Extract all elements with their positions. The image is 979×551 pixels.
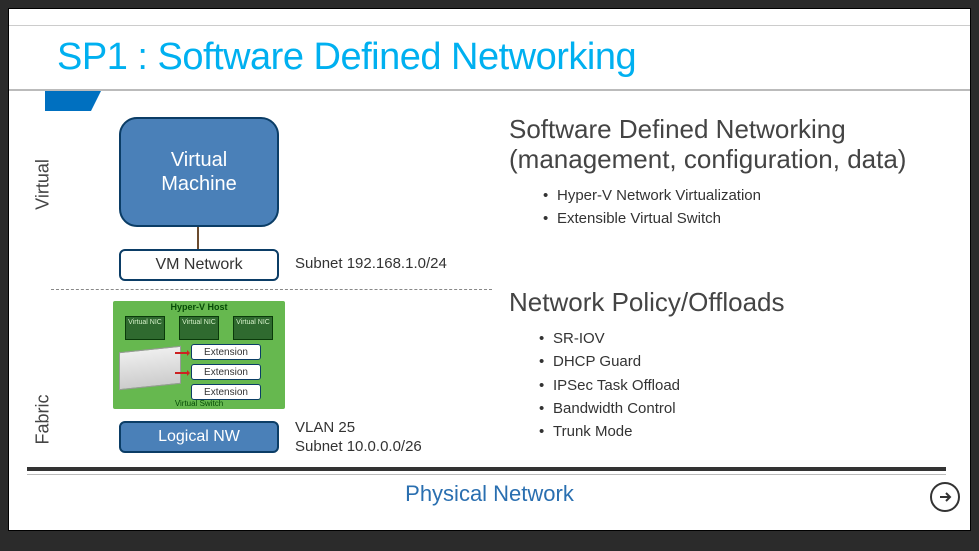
- offloads-item-1: SR-IOV: [539, 327, 680, 350]
- extension-box-2: Extension: [191, 364, 261, 380]
- offloads-item-2: DHCP Guard: [539, 350, 680, 373]
- next-arrow-icon[interactable]: [930, 482, 960, 512]
- sdn-list: Hyper-V Network Virtualization Extensibl…: [543, 185, 761, 230]
- arrow-icon: [175, 372, 189, 374]
- virtual-switch-label: Virtual Switch: [159, 399, 239, 408]
- vlan-line2: Subnet 10.0.0.0/26: [295, 438, 422, 455]
- subnet-label-1: Subnet 192.168.1.0/24: [295, 255, 447, 272]
- offloads-heading: Network Policy/Offloads: [509, 287, 785, 318]
- vlan-subnet-label: VLAN 25 Subnet 10.0.0.0/26: [295, 419, 422, 457]
- dashed-divider: [51, 289, 492, 290]
- offloads-item-4: Bandwidth Control: [539, 397, 680, 420]
- sdn-heading-line1: Software Defined Networking: [509, 114, 846, 144]
- virtual-nic-2: Virtual NIC: [179, 316, 219, 340]
- server-icon: [119, 346, 181, 391]
- vm-network-label: VM Network: [155, 256, 242, 274]
- footer-rule: [27, 467, 946, 475]
- virtual-machine-label: Virtual Machine: [161, 148, 237, 196]
- sdn-heading-line2: (management, configuration, data): [509, 144, 906, 174]
- logical-network-label: Logical NW: [158, 428, 240, 446]
- vlan-line1: VLAN 25: [295, 419, 355, 436]
- hyperv-host-label: Hyper-V Host: [113, 302, 285, 312]
- arrow-icon: [175, 352, 189, 354]
- offloads-list: SR-IOV DHCP Guard IPSec Task Offload Ban…: [539, 327, 680, 443]
- slide: SP1 : Software Defined Networking Virtua…: [8, 8, 971, 531]
- offloads-item-5: Trunk Mode: [539, 420, 680, 443]
- sdn-item-1: Hyper-V Network Virtualization: [543, 185, 761, 208]
- virtual-nic-3: Virtual NIC: [233, 316, 273, 340]
- virtual-machine-box: Virtual Machine: [119, 117, 279, 227]
- virtual-nic-1: Virtual NIC: [125, 316, 165, 340]
- sdn-heading: Software Defined Networking (management,…: [509, 115, 950, 175]
- extension-box-1: Extension: [191, 344, 261, 360]
- vm-connector-line: [197, 227, 199, 249]
- sdn-item-2: Extensible Virtual Switch: [543, 208, 761, 231]
- side-label-fabric: Fabric: [33, 390, 54, 450]
- logical-network-box: Logical NW: [119, 421, 279, 453]
- slide-title: SP1 : Software Defined Networking: [57, 36, 636, 79]
- physical-network-label: Physical Network: [9, 481, 970, 507]
- extension-box-3: Extension: [191, 384, 261, 400]
- vm-network-box: VM Network: [119, 249, 279, 281]
- offloads-item-3: IPSec Task Offload: [539, 374, 680, 397]
- title-bar: SP1 : Software Defined Networking: [9, 25, 970, 91]
- side-label-virtual: Virtual: [33, 155, 54, 215]
- tab-accent: [45, 91, 101, 111]
